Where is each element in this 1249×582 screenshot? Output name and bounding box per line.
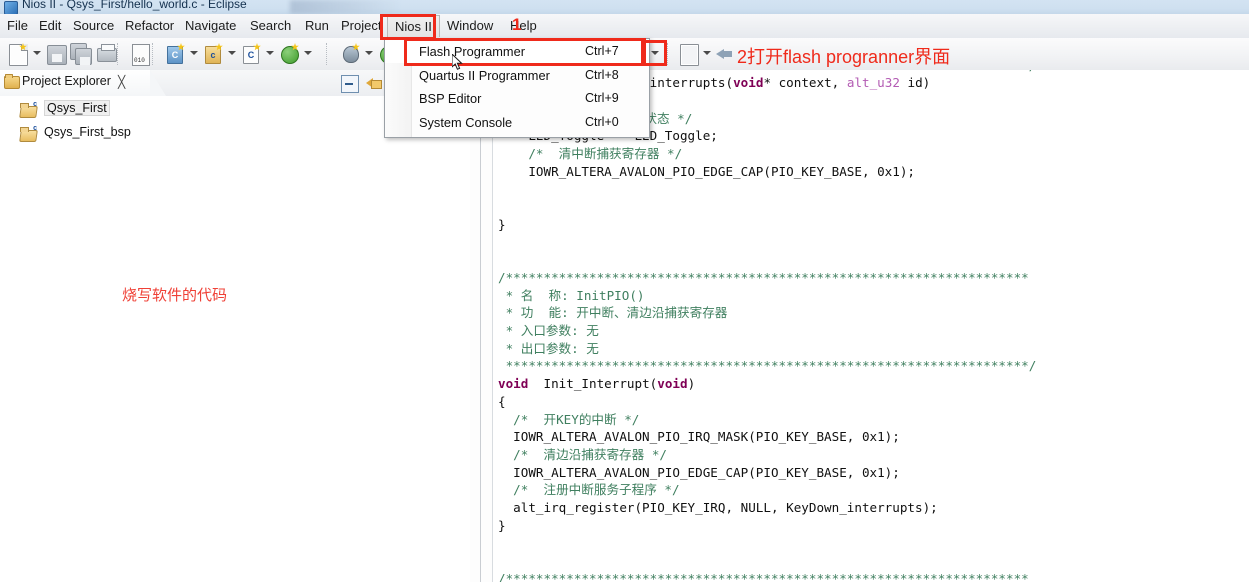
source-code: /***************************************… [498, 70, 1037, 582]
menu-navigate[interactable]: Navigate [178, 14, 243, 38]
c-project-folder-warning-icon: c [19, 125, 38, 142]
mouse-cursor [452, 54, 464, 72]
menu-help[interactable]: Help [503, 14, 544, 38]
new-c-file-dropdown[interactable] [266, 51, 274, 55]
menu-refactor[interactable]: Refactor [118, 14, 181, 38]
menu-window[interactable]: Window [440, 14, 500, 38]
project-explorer-tree: c Qsys_First c Qsys_First_bsp 烧写软件的代码 [0, 96, 470, 582]
toolbar-separator [326, 43, 328, 65]
new-c-project-button[interactable]: C [163, 42, 187, 66]
link-editor-icon[interactable] [365, 75, 382, 91]
new-c-folder-dropdown[interactable] [228, 51, 236, 55]
menu-item-label: System Console [419, 114, 513, 130]
menu-item-shortcut: Ctrl+9 [585, 91, 619, 105]
toolbar-separator [667, 43, 669, 65]
annotation-step-2: 2打开flash progranner界面 [737, 47, 951, 67]
menu-file[interactable]: File [0, 14, 35, 38]
print-button[interactable] [94, 42, 118, 66]
menu-edit[interactable]: Edit [32, 14, 68, 38]
link-arrow-body [371, 80, 382, 89]
back-arrow-icon [716, 49, 732, 59]
menu-search[interactable]: Search [243, 14, 298, 38]
binary-file-icon [132, 44, 150, 66]
annotation-step-1: 1 [512, 15, 522, 34]
code-editor: /***************************************… [470, 70, 1249, 582]
tree-item-label: Qsys_First [44, 100, 110, 116]
menu-item-quartus-ii-programmer[interactable]: Quartus II Programmer Ctrl+8 [385, 64, 649, 87]
annotation-burn-software-code: 烧写软件的代码 [122, 287, 228, 304]
menu-item-shortcut: Ctrl+0 [585, 114, 619, 129]
menu-run[interactable]: Run [298, 14, 336, 38]
tab-project-explorer[interactable]: Project Explorer ╳ [0, 70, 166, 96]
eclipse-icon [4, 1, 18, 14]
back-button[interactable] [713, 42, 737, 66]
collapse-all-icon[interactable] [341, 75, 359, 93]
title-bar-shadow [290, 0, 400, 14]
save-disk-icon [47, 45, 67, 65]
menu-item-bsp-editor[interactable]: BSP Editor Ctrl+9 [385, 87, 649, 110]
window-title-bar: Nios II - Qsys_First/hello_world.c - Ecl… [0, 0, 1249, 15]
new-c-folder-button[interactable]: c [201, 42, 225, 66]
new-wizard-dropdown[interactable] [33, 51, 41, 55]
build-button[interactable] [277, 42, 301, 66]
menu-item-shortcut: Ctrl+8 [585, 67, 619, 82]
nios-ii-menu-highlight-box [380, 14, 436, 40]
editor-text-area[interactable]: /***************************************… [494, 70, 1249, 582]
menu-source[interactable]: Source [66, 14, 121, 38]
debug-dropdown[interactable] [365, 51, 373, 55]
debug-button[interactable] [338, 42, 362, 66]
build-binary-button[interactable] [128, 42, 152, 66]
external-tools-button[interactable] [676, 42, 700, 66]
menu-item-label: BSP Editor [419, 91, 482, 106]
external-tool-icon [680, 44, 699, 66]
new-c-file-button[interactable]: C [239, 42, 263, 66]
new-wizard-button[interactable] [6, 42, 30, 66]
save-all-button[interactable] [69, 42, 93, 66]
menu-item-system-console[interactable]: System Console Ctrl+0 [385, 111, 649, 134]
new-file-icon [9, 44, 28, 66]
c-project-folder-icon: c [19, 101, 38, 118]
close-icon[interactable]: ╳ [118, 75, 125, 89]
new-c-project-dropdown[interactable] [190, 51, 198, 55]
toolbar-separator [152, 43, 154, 65]
editor-annotation-ruler[interactable] [470, 70, 481, 582]
menu-item-label: Quartus II Programmer [419, 67, 550, 83]
tab-label: Project Explorer [22, 74, 111, 88]
menu-bar: File Edit Source Refactor Navigate Search Run P… [0, 14, 1249, 39]
folder-icon [4, 74, 20, 89]
build-dropdown[interactable] [304, 51, 312, 55]
tree-item-label: Qsys_First_bsp [44, 125, 131, 139]
window-title: Nios II - Qsys_First/hello_world.c - Ecl… [22, 0, 247, 11]
save-button[interactable] [44, 42, 68, 66]
editor-folding-ruler[interactable] [481, 70, 493, 582]
printer-icon [97, 44, 117, 62]
external-tools-dropdown[interactable] [703, 51, 711, 55]
flash-programmer-item-box [404, 38, 646, 66]
